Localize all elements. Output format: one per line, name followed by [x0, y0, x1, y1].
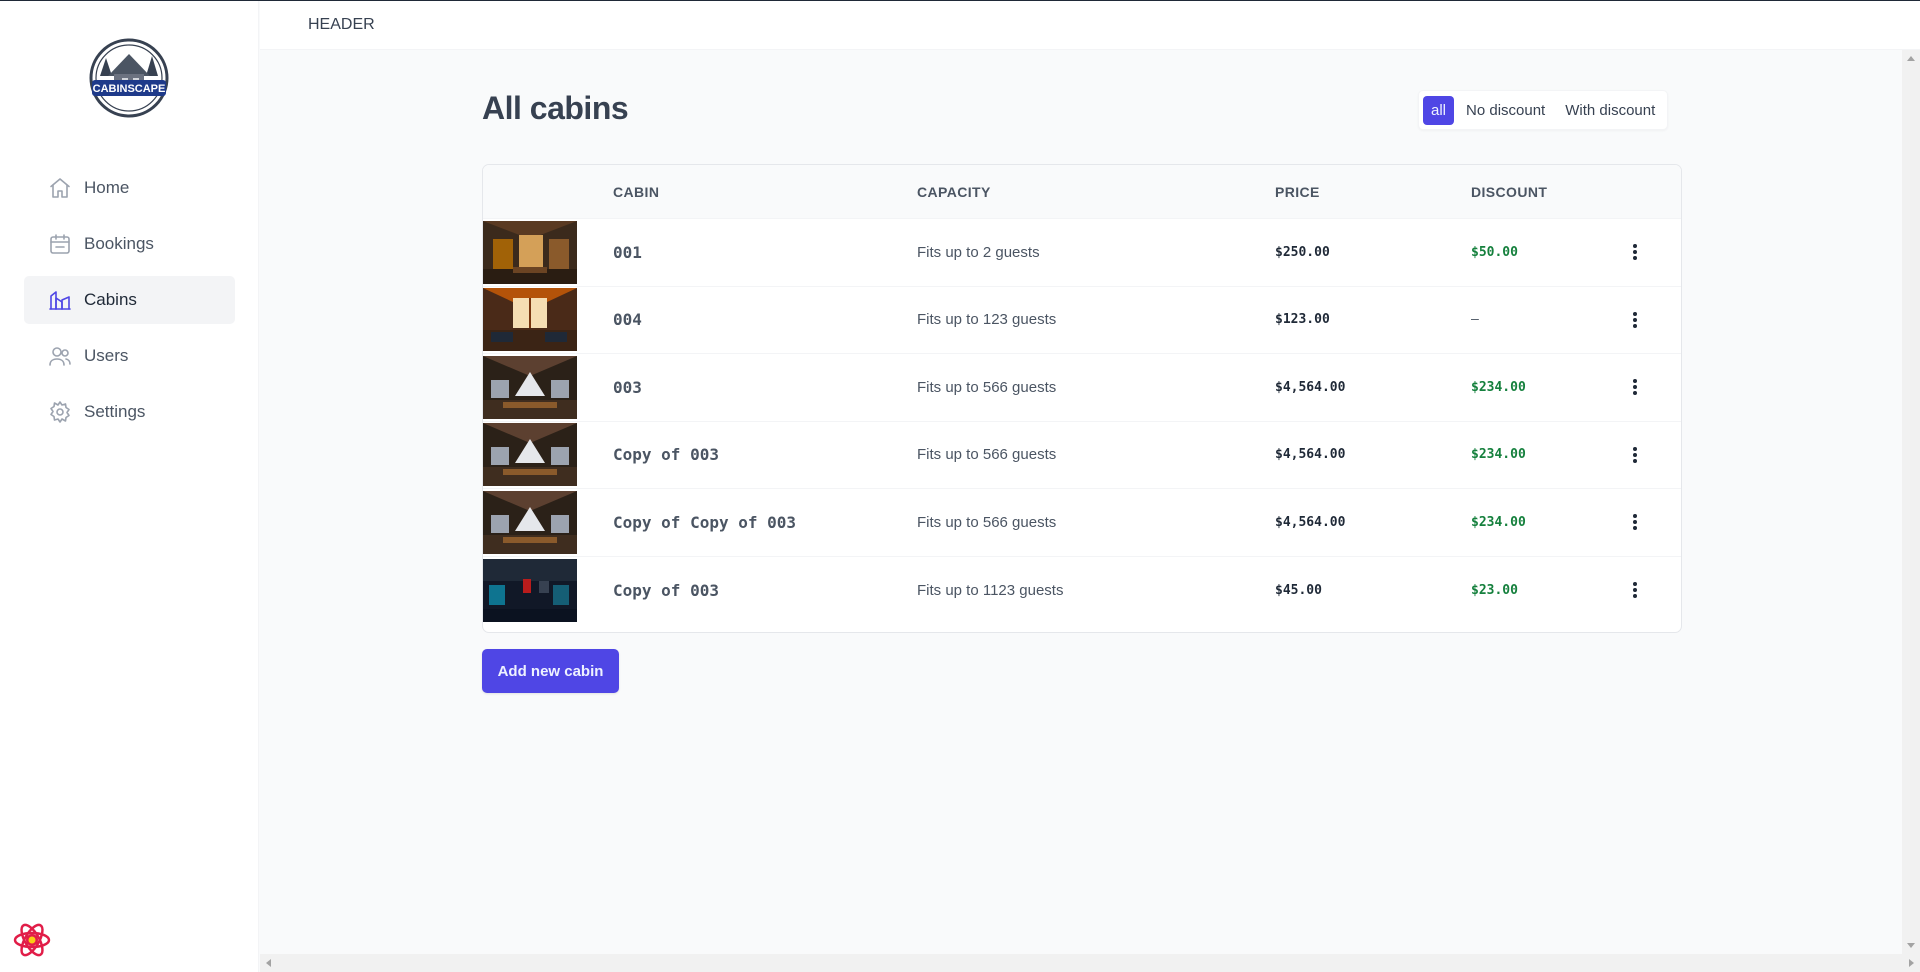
main-content: All cabins all No discount With discount… — [260, 50, 1902, 954]
cabin-price: $123.00 — [1275, 312, 1330, 328]
cabin-price: $45.00 — [1275, 582, 1322, 598]
sidebar-item-home[interactable]: Home — [24, 164, 235, 212]
discount-filter: all No discount With discount — [1418, 90, 1669, 130]
gear-icon — [48, 400, 72, 424]
window-top-border — [0, 0, 1920, 1]
row-menu-button[interactable] — [1621, 508, 1649, 536]
table-row: 001 Fits up to 2 guests $250.00 $50.00 — [483, 219, 1681, 287]
cabin-price: $4,564.00 — [1275, 379, 1346, 395]
row-menu-button[interactable] — [1621, 373, 1649, 401]
vertical-dots-icon — [1633, 446, 1637, 463]
cabin-discount: $234.00 — [1471, 379, 1526, 395]
scroll-up-arrow-icon[interactable] — [1902, 50, 1920, 68]
cabin-discount: $234.00 — [1471, 447, 1526, 463]
row-menu-button[interactable] — [1621, 238, 1649, 266]
row-menu-button[interactable] — [1621, 576, 1649, 604]
header-title: HEADER — [308, 16, 375, 33]
cabin-price: $4,564.00 — [1275, 447, 1346, 463]
row-menu-button[interactable] — [1621, 441, 1649, 469]
table-row: Copy of Copy of 003 Fits up to 566 guest… — [483, 489, 1681, 557]
vertical-dots-icon — [1633, 379, 1637, 396]
cabin-discount: $50.00 — [1471, 244, 1518, 260]
cabin-name: 004 — [613, 310, 642, 330]
table-header: CABIN CAPACITY PRICE DISCOUNT — [483, 165, 1681, 219]
vertical-scrollbar[interactable] — [1902, 50, 1920, 954]
filter-no-discount-button[interactable]: No discount — [1458, 96, 1553, 125]
react-devtools-icon[interactable] — [12, 920, 52, 960]
discount-column-header: DISCOUNT — [1471, 183, 1548, 200]
cabin-image — [483, 288, 577, 352]
table-row: 003 Fits up to 566 guests $4,564.00 $234… — [483, 354, 1681, 422]
filter-with-discount-button[interactable]: With discount — [1557, 96, 1663, 125]
filter-all-button[interactable]: all — [1423, 95, 1455, 125]
svg-text:CABINSCAPE: CABINSCAPE — [93, 83, 166, 95]
vertical-dots-icon — [1633, 582, 1637, 599]
main-nav: Home Bookings Cabins Users Settings — [24, 164, 235, 444]
sidebar-item-bookings[interactable]: Bookings — [24, 220, 235, 268]
cabin-price: $250.00 — [1275, 244, 1330, 260]
vertical-dots-icon — [1633, 311, 1637, 328]
app-header: HEADER — [260, 1, 1920, 50]
sidebar-item-label: Bookings — [84, 234, 154, 253]
sidebar-item-label: Users — [84, 346, 129, 365]
cabin-capacity: Fits up to 123 guests — [917, 311, 1057, 329]
cabin-capacity: Fits up to 566 guests — [917, 378, 1057, 396]
table-row: 004 Fits up to 123 guests $123.00 — — [483, 287, 1681, 354]
cabin-name: 001 — [613, 242, 642, 262]
add-new-cabin-button[interactable]: Add new cabin — [482, 649, 619, 693]
sidebar: CABINSCAPE Home Bookings Cabins Users Se… — [0, 0, 259, 972]
home-icon — [48, 176, 72, 200]
table-row: Copy of 003 Fits up to 566 guests $4,564… — [483, 422, 1681, 489]
row-menu-button[interactable] — [1621, 306, 1649, 334]
cabin-price: $4,564.00 — [1275, 514, 1346, 530]
cabin-image — [483, 558, 577, 622]
cabin-image — [483, 220, 577, 284]
cabin-name: Copy of 003 — [613, 445, 719, 465]
scroll-down-arrow-icon[interactable] — [1902, 936, 1920, 954]
scroll-left-arrow-icon[interactable] — [260, 954, 278, 972]
cabin-discount: $234.00 — [1471, 514, 1526, 530]
cabin-discount: — — [1471, 312, 1479, 328]
cabin-capacity: Fits up to 566 guests — [917, 513, 1057, 531]
sidebar-item-users[interactable]: Users — [24, 332, 235, 380]
cabin-image — [483, 423, 577, 487]
app-logo: CABINSCAPE — [84, 36, 174, 120]
horizontal-scrollbar[interactable] — [260, 954, 1920, 972]
cabin-discount: $23.00 — [1471, 582, 1518, 598]
vertical-dots-icon — [1633, 514, 1637, 531]
cabins-table: CABIN CAPACITY PRICE DISCOUNT 001 Fits u… — [482, 164, 1682, 633]
calendar-icon — [48, 232, 72, 256]
capacity-column-header: CAPACITY — [917, 183, 991, 200]
sidebar-item-label: Settings — [84, 402, 146, 421]
cabin-name: 003 — [613, 377, 642, 397]
cabin-name: Copy of 003 — [613, 580, 719, 600]
cabin-image — [483, 490, 577, 554]
cabin-column-header: CABIN — [613, 183, 660, 200]
sidebar-item-cabins[interactable]: Cabins — [24, 276, 235, 324]
page-title: All cabins — [482, 90, 629, 126]
sidebar-item-label: Home — [84, 178, 130, 197]
vertical-dots-icon — [1633, 244, 1637, 261]
cabin-icon — [48, 288, 72, 312]
cabin-capacity: Fits up to 566 guests — [917, 446, 1057, 464]
cabin-capacity: Fits up to 1123 guests — [917, 581, 1064, 599]
users-icon — [48, 344, 72, 368]
cabin-capacity: Fits up to 2 guests — [917, 243, 1040, 261]
sidebar-item-label: Cabins — [84, 290, 137, 309]
scroll-right-arrow-icon[interactable] — [1902, 954, 1920, 972]
price-column-header: PRICE — [1275, 183, 1320, 200]
table-row: Copy of 003 Fits up to 1123 guests $45.0… — [483, 557, 1681, 625]
sidebar-item-settings[interactable]: Settings — [24, 388, 235, 436]
cabin-image — [483, 355, 577, 419]
cabin-name: Copy of Copy of 003 — [613, 512, 797, 532]
